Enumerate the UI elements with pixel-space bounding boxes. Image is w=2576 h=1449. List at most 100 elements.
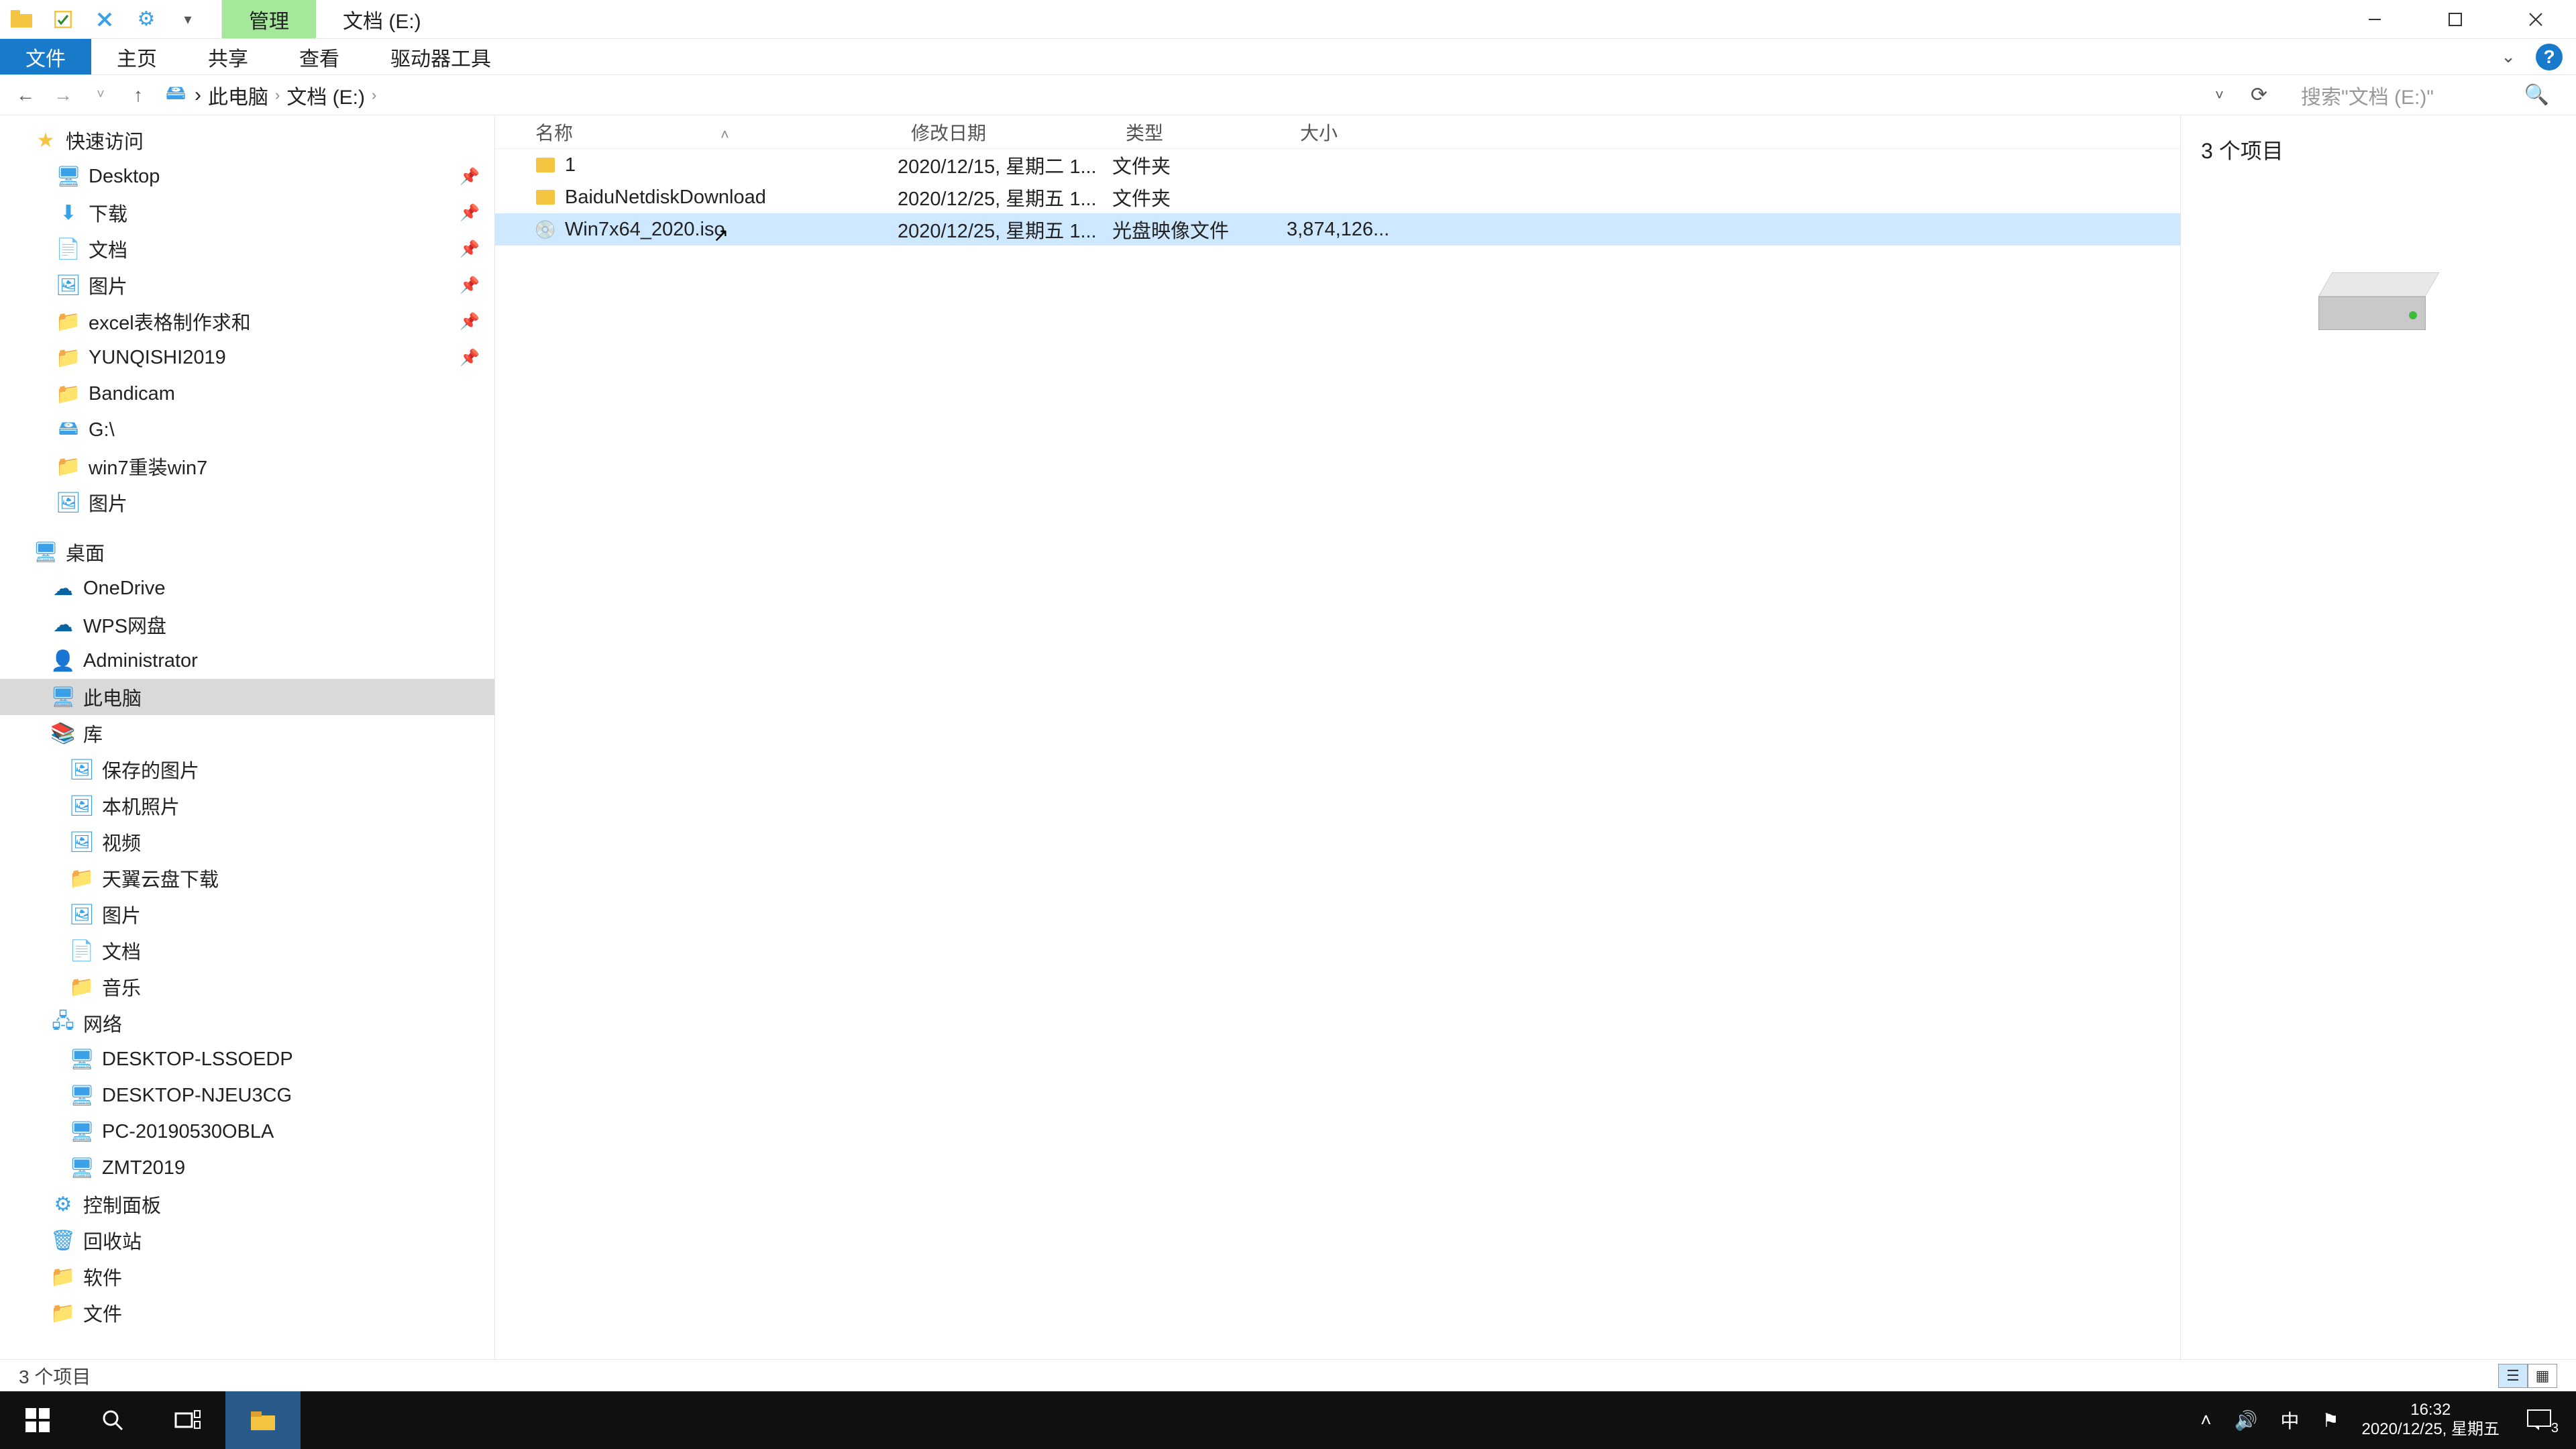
qat-dropdown-icon[interactable]: ▾: [174, 6, 201, 33]
taskbar[interactable]: ˄ 🔊 中 ⚑ 16:32 2020/12/25, 星期五 3: [0, 1391, 2576, 1449]
tree-item[interactable]: Administrator: [0, 643, 494, 679]
chevron-right-icon[interactable]: ›: [195, 84, 201, 107]
search-icon[interactable]: 🔍: [2524, 83, 2549, 107]
ime-indicator[interactable]: 中: [2280, 1407, 2299, 1434]
tree-item[interactable]: 视频: [0, 824, 494, 860]
tree-item[interactable]: 库: [0, 715, 494, 751]
qat-delete-icon[interactable]: ⚙: [133, 6, 160, 33]
pin-icon: 📌: [460, 276, 480, 295]
tree-item[interactable]: 本机照片: [0, 788, 494, 824]
tree-item[interactable]: 桌面: [0, 534, 494, 570]
tree-item[interactable]: PC-20190530OBLA: [0, 1114, 494, 1150]
col-type[interactable]: 类型: [1112, 119, 1287, 146]
tray-expand-icon[interactable]: ˄: [2200, 1409, 2211, 1431]
chevron-right-icon[interactable]: ›: [372, 87, 376, 104]
tree-item[interactable]: Desktop📌: [0, 158, 494, 195]
close-button[interactable]: [2496, 0, 2576, 38]
col-name[interactable]: 名称˄: [495, 119, 898, 146]
view-large-icons-button[interactable]: ▦: [2528, 1364, 2557, 1388]
tree-item[interactable]: ZMT2019: [0, 1150, 494, 1186]
tree-item[interactable]: YUNQISHI2019📌: [0, 339, 494, 376]
tree-item[interactable]: 音乐: [0, 969, 494, 1005]
refresh-icon[interactable]: ⟳: [2251, 83, 2267, 107]
nav-recent-dropdown[interactable]: ˅: [89, 87, 113, 103]
nav-tree[interactable]: 快速访问Desktop📌下载📌文档📌图片📌excel表格制作求和📌YUNQISH…: [0, 115, 495, 1359]
tree-item[interactable]: OneDrive: [0, 570, 494, 606]
tree-item-label: 软件: [83, 1263, 494, 1291]
tree-item[interactable]: Bandicam: [0, 376, 494, 412]
tree-item[interactable]: WPS网盘: [0, 606, 494, 643]
volume-icon[interactable]: 🔊: [2235, 1409, 2258, 1432]
breadcrumb-segment[interactable]: 此电脑: [208, 80, 268, 110]
tree-item[interactable]: 文档: [0, 932, 494, 969]
file-list[interactable]: 名称˄ 修改日期 类型 大小 12020/12/15, 星期二 1...文件夹B…: [495, 115, 2180, 1359]
tree-item[interactable]: 回收站: [0, 1222, 494, 1258]
tree-item-label: 回收站: [83, 1226, 494, 1254]
tree-item-label: WPS网盘: [83, 610, 494, 639]
tree-item[interactable]: 文件: [0, 1295, 494, 1331]
col-size[interactable]: 大小: [1287, 119, 1394, 146]
pin-icon: 📌: [460, 312, 480, 331]
start-button[interactable]: [0, 1391, 75, 1449]
tree-item-label: YUNQISHI2019: [89, 347, 451, 369]
taskbar-explorer-button[interactable]: [225, 1391, 301, 1449]
file-row[interactable]: BaiduNetdiskDownload2020/12/25, 星期五 1...…: [495, 181, 2180, 213]
ribbon-tab-share[interactable]: 共享: [182, 39, 274, 74]
search-input[interactable]: 搜索"文档 (E:)" 🔍: [2294, 75, 2563, 115]
ribbon-tab-home[interactable]: 主页: [91, 39, 182, 74]
tree-item[interactable]: excel表格制作求和 📌: [0, 303, 494, 339]
tree-item[interactable]: 图片: [0, 896, 494, 932]
taskbar-search-button[interactable]: [75, 1391, 150, 1449]
qat-new-folder-icon[interactable]: [91, 6, 118, 33]
chevron-right-icon[interactable]: ›: [275, 87, 280, 104]
tree-item[interactable]: 快速访问: [0, 122, 494, 158]
taskbar-clock[interactable]: 16:32 2020/12/25, 星期五: [2362, 1401, 2500, 1440]
tree-item[interactable]: 下载📌: [0, 195, 494, 231]
tree-item-label: 下载: [89, 199, 451, 227]
security-icon[interactable]: ⚑: [2322, 1409, 2339, 1432]
tree-item[interactable]: G:\: [0, 412, 494, 448]
tree-item-icon: [51, 1265, 75, 1289]
tree-item[interactable]: 天翼云盘下载: [0, 860, 494, 896]
status-bar: 3 个项目 ☰ ▦: [0, 1359, 2576, 1391]
ribbon-tab-view[interactable]: 查看: [274, 39, 365, 74]
maximize-button[interactable]: [2415, 0, 2496, 38]
tree-item[interactable]: 图片: [0, 484, 494, 521]
address-dropdown-icon[interactable]: ˅: [2215, 87, 2224, 104]
title-tool-tab[interactable]: 管理: [222, 0, 316, 38]
tree-item[interactable]: 保存的图片: [0, 751, 494, 788]
tree-item-icon: [56, 418, 80, 442]
tree-item[interactable]: win7重装win7: [0, 448, 494, 484]
breadcrumb[interactable]: › 此电脑 › 文档 (E:) ›: [164, 80, 2202, 110]
tree-item-label: excel表格制作求和: [89, 307, 451, 335]
file-row[interactable]: 12020/12/15, 星期二 1...文件夹: [495, 149, 2180, 181]
ribbon-collapse-icon[interactable]: ⌄: [2501, 46, 2516, 67]
help-icon[interactable]: ?: [2536, 44, 2563, 70]
nav-forward-button[interactable]: →: [51, 85, 75, 106]
action-center-icon[interactable]: 3: [2522, 1407, 2556, 1434]
minimize-button[interactable]: [2334, 0, 2415, 38]
tree-item[interactable]: 控制面板: [0, 1186, 494, 1222]
tree-item[interactable]: 此电脑: [0, 679, 494, 715]
tree-item[interactable]: DESKTOP-NJEU3CG: [0, 1077, 494, 1114]
file-row[interactable]: Win7x64_2020.iso2020/12/25, 星期五 1...光盘映像…: [495, 213, 2180, 246]
ribbon-tab-file[interactable]: 文件: [0, 39, 91, 74]
tree-item[interactable]: DESKTOP-LSSOEDP: [0, 1041, 494, 1077]
task-view-button[interactable]: [150, 1391, 225, 1449]
quick-access-toolbar: ⚙ ▾: [0, 0, 222, 38]
nav-up-button[interactable]: ↑: [126, 85, 150, 106]
tree-item[interactable]: 软件: [0, 1258, 494, 1295]
breadcrumb-segment[interactable]: 文档 (E:): [286, 80, 365, 110]
file-list-header[interactable]: 名称˄ 修改日期 类型 大小: [495, 115, 2180, 149]
tree-item[interactable]: 图片📌: [0, 267, 494, 303]
tree-item[interactable]: 文档📌: [0, 231, 494, 267]
qat-properties-icon[interactable]: [50, 6, 76, 33]
title-bar: ⚙ ▾ 管理 文档 (E:): [0, 0, 2576, 39]
tree-item-icon: [70, 794, 94, 818]
tree-item[interactable]: 网络: [0, 1005, 494, 1041]
col-date[interactable]: 修改日期: [898, 119, 1112, 146]
tree-item-label: 控制面板: [83, 1190, 494, 1218]
view-details-button[interactable]: ☰: [2498, 1364, 2528, 1388]
nav-back-button[interactable]: ←: [13, 85, 38, 106]
ribbon-tab-drive-tools[interactable]: 驱动器工具: [365, 39, 517, 74]
